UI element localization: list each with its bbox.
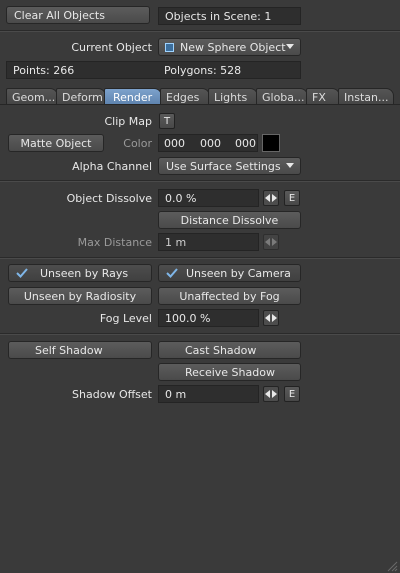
max-distance-input[interactable]: 1 m xyxy=(158,233,259,251)
fog-level-slider-arrows[interactable] xyxy=(263,310,279,326)
color-blue-value[interactable]: 000 xyxy=(235,137,256,150)
tab-instance[interactable]: Instan... xyxy=(338,88,394,105)
clear-all-objects-button[interactable]: Clear All Objects xyxy=(6,6,150,24)
object-dissolve-label: Object Dissolve xyxy=(66,191,152,205)
tab-deform[interactable]: Deform xyxy=(56,88,106,105)
matte-object-button[interactable]: Matte Object xyxy=(8,134,104,152)
tab-render[interactable]: Render xyxy=(104,88,162,105)
fog-level-input[interactable]: 100.0 % xyxy=(158,309,259,327)
polygons-count: Polygons: 528 xyxy=(164,63,242,77)
left-right-arrows-icon xyxy=(265,390,277,398)
color-label: Color xyxy=(123,136,152,150)
fog-level-label: Fog Level xyxy=(99,311,152,325)
object-icon xyxy=(165,42,174,52)
object-dissolve-slider-arrows[interactable] xyxy=(263,190,279,206)
property-tabs: Geom... Deform Render Edges Lights Globa… xyxy=(6,88,394,105)
unseen-by-camera-label: Unseen by Camera xyxy=(186,266,291,280)
cast-shadow-toggle[interactable]: Cast Shadow xyxy=(158,341,301,359)
object-dissolve-input[interactable]: 0.0 % xyxy=(158,189,259,207)
separator xyxy=(0,180,400,182)
left-right-arrows-icon xyxy=(265,238,277,246)
shadow-offset-slider-arrows[interactable] xyxy=(263,386,279,402)
color-green-value[interactable]: 000 xyxy=(200,137,221,150)
unseen-by-rays-label: Unseen by Rays xyxy=(40,266,129,280)
chevron-down-icon xyxy=(286,44,294,49)
tab-geometry[interactable]: Geom... xyxy=(6,88,58,105)
clip-map-label: Clip Map xyxy=(104,114,153,128)
unaffected-by-fog-toggle[interactable]: Unaffected by Fog xyxy=(158,287,301,305)
checkmark-icon xyxy=(166,268,178,278)
resize-grip-icon[interactable] xyxy=(386,560,398,572)
unseen-by-radiosity-toggle[interactable]: Unseen by Radiosity xyxy=(8,287,152,305)
tab-lights[interactable]: Lights xyxy=(208,88,258,105)
tab-fx[interactable]: FX xyxy=(306,88,340,105)
left-right-arrows-icon xyxy=(265,314,277,322)
clip-map-texture-button[interactable]: T xyxy=(159,113,175,129)
points-readout: Points: 266 Polygons: 528 xyxy=(6,61,301,79)
object-dissolve-envelope-button[interactable]: E xyxy=(284,190,300,206)
alpha-channel-label: Alpha Channel xyxy=(72,159,152,173)
distance-dissolve-button[interactable]: Distance Dissolve xyxy=(158,211,301,229)
receive-shadow-toggle[interactable]: Receive Shadow xyxy=(158,363,301,381)
current-object-dropdown[interactable]: New Sphere Object xyxy=(158,38,301,56)
separator xyxy=(0,30,400,32)
current-object-value: New Sphere Object xyxy=(180,40,286,54)
max-distance-label: Max Distance xyxy=(77,235,152,249)
tab-baseline xyxy=(0,104,400,105)
color-red-value[interactable]: 000 xyxy=(164,137,185,150)
shadow-offset-input[interactable]: 0 m xyxy=(158,385,259,403)
alpha-channel-dropdown[interactable]: Use Surface Settings xyxy=(158,157,301,175)
shadow-offset-envelope-button[interactable]: E xyxy=(284,386,300,402)
separator xyxy=(0,333,400,335)
points-count: Points: 266 xyxy=(13,63,75,77)
unseen-by-camera-toggle[interactable]: Unseen by Camera xyxy=(158,264,301,282)
tab-global[interactable]: Globa... xyxy=(256,88,308,105)
checkmark-icon xyxy=(16,268,28,278)
self-shadow-toggle[interactable]: Self Shadow xyxy=(8,341,152,359)
chevron-down-icon xyxy=(286,163,294,168)
objects-in-scene-readout: Objects in Scene: 1 xyxy=(158,7,301,25)
alpha-channel-value: Use Surface Settings xyxy=(166,159,281,173)
max-distance-slider-arrows[interactable] xyxy=(263,234,279,250)
tab-edges[interactable]: Edges xyxy=(160,88,210,105)
shadow-offset-label: Shadow Offset xyxy=(72,387,152,401)
separator xyxy=(0,257,400,259)
unseen-by-rays-toggle[interactable]: Unseen by Rays xyxy=(8,264,152,282)
current-object-label: Current Object xyxy=(71,40,152,54)
color-rgb-field[interactable]: 000 000 000 xyxy=(158,134,258,152)
color-swatch[interactable] xyxy=(262,134,280,152)
left-right-arrows-icon xyxy=(265,194,277,202)
